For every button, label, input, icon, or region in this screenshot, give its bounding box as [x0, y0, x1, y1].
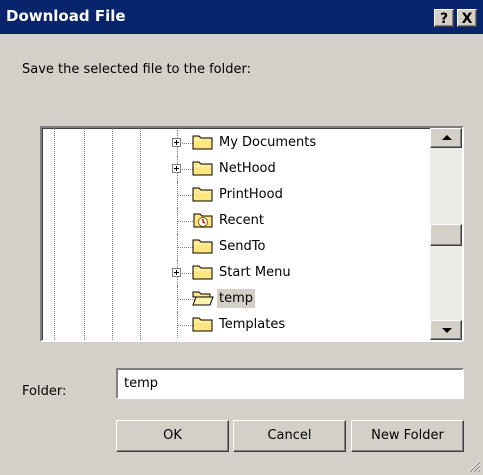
tree-item-templates[interactable]: Templates: [42, 312, 432, 338]
tree-item-printhood[interactable]: PrintHood: [42, 182, 432, 208]
tree-item-nethood[interactable]: NetHood: [42, 156, 432, 182]
tree-item-partial: [42, 338, 432, 342]
folder-label: Folder:: [22, 384, 67, 399]
new-folder-button[interactable]: New Folder: [351, 420, 464, 452]
resize-grip-icon[interactable]: [467, 459, 481, 473]
arrow-down-icon: [442, 328, 452, 333]
arrow-up-icon: [442, 135, 452, 140]
folder-icon: [192, 237, 214, 255]
scroll-down-button[interactable]: [430, 320, 462, 340]
folder-icon: [192, 263, 214, 281]
ok-button[interactable]: OK: [116, 420, 229, 452]
tree-item-label: NetHood: [219, 161, 276, 176]
folder-icon: [192, 315, 214, 333]
title-bar[interactable]: Download File ? X: [0, 0, 483, 34]
tree-item-recent[interactable]: Recent: [42, 208, 432, 234]
folder-icon: [192, 133, 214, 151]
folder-tree[interactable]: My Documents NetHood PrintHood Recent SendTo…: [40, 126, 464, 342]
folder-icon: [192, 185, 214, 203]
instruction-text: Save the selected file to the folder:: [22, 62, 251, 77]
folder-icon: [192, 159, 214, 177]
tree-item-label: SendTo: [219, 239, 266, 254]
close-button[interactable]: X: [457, 9, 477, 27]
tree-item-label: temp: [217, 289, 256, 308]
scroll-up-button[interactable]: [430, 128, 462, 148]
expand-plus-icon[interactable]: [172, 268, 181, 277]
tree-item-start-menu[interactable]: Start Menu: [42, 260, 432, 286]
help-button[interactable]: ?: [434, 9, 454, 27]
dialog-title: Download File: [6, 7, 126, 25]
tree-item-sendto[interactable]: SendTo: [42, 234, 432, 260]
cancel-button[interactable]: Cancel: [233, 420, 346, 452]
open-folder-icon: [192, 289, 214, 307]
expand-plus-icon[interactable]: [172, 138, 181, 147]
tree-item-temp[interactable]: temp: [42, 286, 432, 312]
vertical-scrollbar[interactable]: [430, 128, 462, 340]
folder-icon: [192, 341, 214, 342]
tree-item-label: Start Menu: [219, 265, 291, 280]
tree-item-my-documents[interactable]: My Documents: [42, 130, 432, 156]
download-file-dialog: Download File ? X Save the selected file…: [0, 0, 483, 475]
recent-folder-icon: [192, 211, 214, 229]
tree-item-label: PrintHood: [219, 187, 283, 202]
tree-item-label: My Documents: [219, 135, 317, 150]
folder-input[interactable]: [116, 368, 464, 399]
expand-plus-icon[interactable]: [172, 164, 181, 173]
tree-item-label: Recent: [219, 213, 264, 228]
tree-item-label: Templates: [219, 317, 286, 332]
scroll-thumb[interactable]: [430, 224, 462, 246]
